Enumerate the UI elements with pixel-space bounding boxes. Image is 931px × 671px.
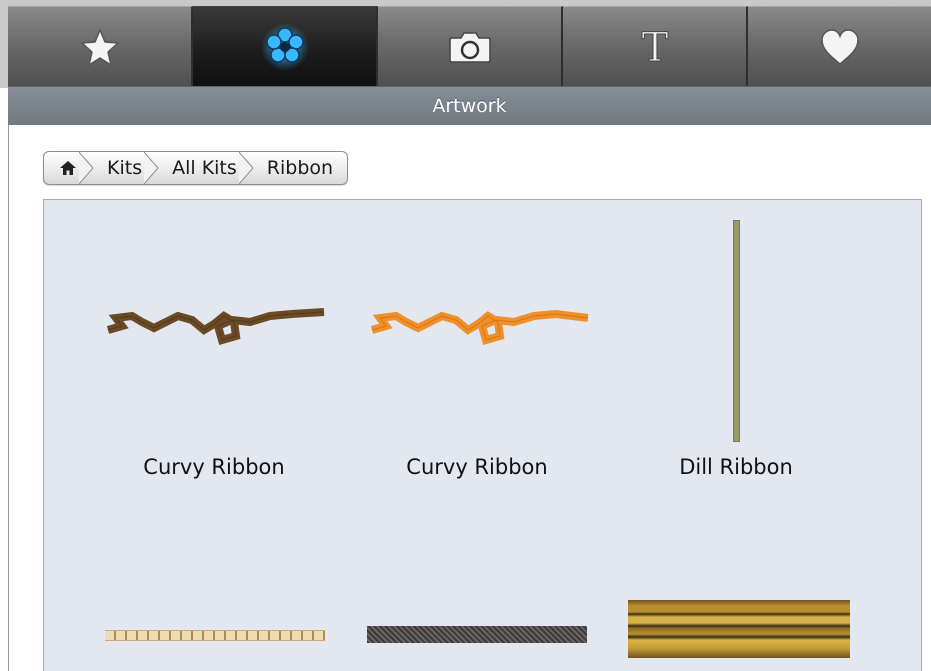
toolbar: T — [0, 0, 931, 88]
tab-bar: T — [8, 6, 931, 86]
artwork-item[interactable]: Curvy Ribbon — [44, 200, 336, 520]
flower-icon — [260, 22, 310, 72]
breadcrumb-separator — [79, 152, 94, 184]
breadcrumb-home[interactable] — [44, 152, 94, 184]
tab-loved[interactable] — [748, 6, 931, 86]
section-title: Artwork — [432, 95, 507, 117]
breadcrumb-separator — [144, 152, 159, 184]
breadcrumb-item-ribbon[interactable]: Ribbon — [247, 152, 347, 184]
artwork-label: Curvy Ribbon — [406, 455, 548, 479]
artwork-item[interactable]: Curvy Ribbon — [336, 200, 628, 520]
breadcrumb-label: Ribbon — [266, 157, 334, 179]
artwork-grid: Curvy Ribbon Curvy Ribbon Dill Ribbon — [43, 199, 922, 671]
artwork-label: Curvy Ribbon — [143, 455, 285, 479]
heart-icon — [819, 28, 861, 66]
ribbon-thumbnail — [367, 626, 587, 643]
breadcrumb-item-kits[interactable]: Kits — [87, 152, 159, 184]
star-icon — [80, 27, 120, 67]
svg-text:T: T — [641, 27, 668, 67]
breadcrumb-item-all-kits[interactable]: All Kits — [152, 152, 254, 184]
artwork-label: Dill Ribbon — [679, 455, 793, 479]
section-header: Artwork — [8, 86, 931, 126]
home-icon — [59, 160, 77, 176]
ribbon-thumbnail — [370, 309, 589, 345]
tab-artwork[interactable] — [193, 6, 378, 86]
artwork-item[interactable] — [336, 520, 628, 671]
text-icon: T — [635, 27, 675, 67]
breadcrumb-label: All Kits — [172, 157, 237, 179]
tab-favorites[interactable] — [8, 6, 193, 86]
camera-icon — [448, 29, 492, 65]
ribbon-thumbnail — [733, 220, 740, 442]
tab-photos[interactable] — [378, 6, 563, 86]
ribbon-thumbnail — [106, 308, 325, 345]
breadcrumb-label: Kits — [107, 157, 143, 179]
app-window: T Artwork Kits All Kits Ribbon Curvy Rib… — [0, 0, 931, 671]
artwork-item[interactable] — [628, 520, 921, 671]
content-panel: Kits All Kits Ribbon Curvy Ribbon Curvy … — [8, 125, 931, 671]
ribbon-thumbnail — [105, 630, 325, 641]
breadcrumb-separator — [238, 152, 254, 184]
artwork-item[interactable] — [44, 520, 336, 671]
breadcrumb: Kits All Kits Ribbon — [43, 151, 349, 185]
ribbon-thumbnail — [628, 600, 850, 658]
artwork-item[interactable]: Dill Ribbon — [628, 200, 921, 520]
tab-text[interactable]: T — [563, 6, 748, 86]
